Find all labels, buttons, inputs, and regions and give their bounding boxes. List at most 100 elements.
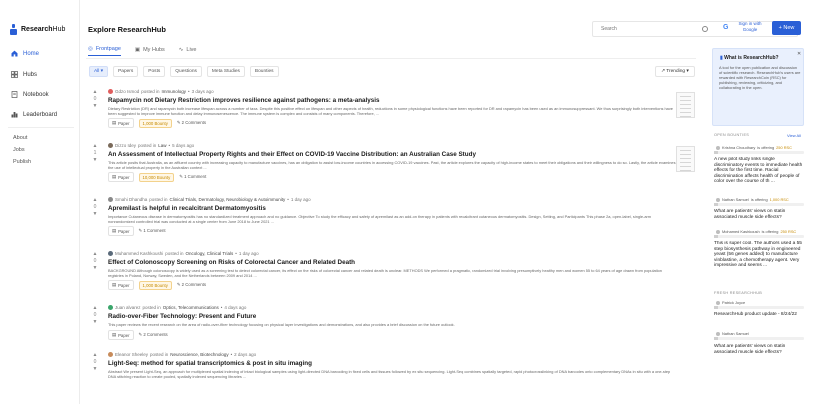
paper-thumbnail[interactable] [676, 92, 695, 118]
hub-link[interactable]: Neuroscience, Biotechnology [170, 352, 228, 357]
filter-papers[interactable]: Papers [113, 66, 139, 77]
post-title[interactable]: An Assessment of Intellectual Property R… [108, 151, 476, 158]
comments-link[interactable]: ✎ 2 Comments [177, 120, 206, 126]
filter-meta-studies[interactable]: Meta Studies [206, 66, 245, 77]
bounty-badge[interactable]: 10,000 Bounty [138, 172, 175, 182]
tab-frontpage[interactable]: ◎ Frontpage [88, 46, 121, 56]
post-title[interactable]: Rapamycin not Dietary Restriction improv… [108, 97, 380, 104]
author-name[interactable]: Juan alvarez [115, 305, 141, 310]
sort-dropdown[interactable]: ↗ Trending ▾ [655, 66, 695, 77]
feed-item[interactable]: ▲ 0 ▼ Eleanor Sheeley posted in Neuroscience… [90, 352, 698, 398]
hub-link[interactable]: Clinical Trials, Dermatology, Neurobiolo… [170, 197, 286, 202]
bounty-progress [714, 203, 804, 206]
author-name[interactable]: Smahi Dhandha [115, 197, 147, 202]
hub-link[interactable]: Law [158, 143, 166, 148]
vote-widget[interactable]: ▲ 0 ▼ [90, 352, 100, 373]
feed-item[interactable]: ▲ 0 ▼ Gdzo Ismod posted in Immunology • 3 days… [90, 89, 698, 135]
bounty-amount: 250 RSC [780, 229, 797, 234]
vote-widget[interactable]: ▲ 0 ▼ [90, 305, 100, 326]
what-is-researchhub-card: ▮ What is ResearchHub? ✕ A tool for the … [712, 48, 804, 126]
frontpage-icon: ◎ [88, 46, 93, 52]
feed-item[interactable]: ▲ 0 ▼ Juan alvarez posted in Optics, Telecom… [90, 305, 698, 347]
avatar [108, 89, 113, 94]
sidebar-item-hubs[interactable]: Hubs [11, 71, 37, 78]
vote-widget[interactable]: ▲ 0 ▼ [90, 251, 100, 272]
hub-link[interactable]: Immunology [162, 89, 187, 94]
google-icon: G [723, 24, 729, 31]
bounty-badge[interactable]: 1,000 Bounty [138, 118, 172, 128]
open-bounties-heading: OPEN BOUNTIES [714, 133, 750, 137]
search-input[interactable] [592, 21, 798, 37]
post-title[interactable]: Light-Seq: method for spatial transcript… [108, 360, 312, 367]
author-name[interactable]: Gdzo Ismod [115, 89, 139, 94]
post-title[interactable]: Radio-over-Fiber Technology: Present and… [108, 313, 256, 320]
researchhub-logo[interactable]: ResearchHub [10, 24, 65, 35]
comments-link[interactable]: ✎ 1 Comment [179, 174, 206, 180]
fresh-user[interactable]: Patrick Joyce [722, 300, 745, 305]
page-title: Explore ResearchHub [88, 25, 166, 34]
feed-item[interactable]: ▲ 0 ▼ Smahi Dhandha posted in Clinical Trial… [90, 197, 698, 243]
sidebar-link-jobs[interactable]: Jobs [13, 147, 25, 153]
view-all-link[interactable]: View All [787, 133, 801, 138]
post-meta: Gdzo Ismod posted in Immunology • 3 days ago [108, 89, 214, 94]
bounty-user[interactable]: Mohamed Kashkoush [722, 229, 760, 234]
hub-link[interactable]: Optics, Telecommunications [163, 305, 219, 310]
tab-live[interactable]: ∿ Live [179, 46, 197, 56]
sidebar-item-label: Leaderboard [23, 111, 58, 118]
tab-label: Frontpage [95, 46, 121, 52]
vote-count: 0 [93, 312, 97, 318]
bounty-amount: 1,000 RSC [769, 197, 789, 202]
sidebar-link-publish[interactable]: Publish [13, 159, 31, 165]
author-name[interactable]: Dizzo Idey [115, 143, 136, 148]
sidebar-item-notebook[interactable]: Notebook [11, 91, 49, 98]
hub-link[interactable]: Oncology, Clinical Trials [186, 251, 234, 256]
new-button[interactable]: + New [772, 21, 801, 35]
filter-questions[interactable]: Questions [170, 66, 202, 77]
avatar [716, 229, 720, 234]
bounty-text[interactable]: What are patients' views on statin assoc… [714, 209, 804, 220]
comment-icon: ✎ [176, 282, 181, 287]
feed-item[interactable]: ▲ 0 ▼ Muhammed Kashkoushi posted in Oncology… [90, 251, 698, 297]
fresh-text[interactable]: ResearchHub product update - 8/24/22 [714, 312, 804, 318]
fresh-text[interactable]: What are patients' views on statin assoc… [714, 344, 804, 355]
close-icon[interactable]: ✕ [797, 51, 801, 57]
bounty-user[interactable]: Krishna Choudhary [722, 145, 755, 150]
vote-count: 0 [93, 96, 97, 102]
sidebar-link-about[interactable]: About [13, 135, 27, 141]
fresh-user[interactable]: Nathan Samuel [722, 331, 749, 336]
paper-icon: ▤ [112, 282, 117, 287]
sidebar-item-leaderboard[interactable]: Leaderboard [11, 111, 57, 118]
feed-item[interactable]: ▲ 1 ▼ Dizzo Idey posted in Law • 5 days ago An… [90, 143, 698, 189]
vote-widget[interactable]: ▲ 0 ▼ [90, 89, 100, 110]
bounty-progress [714, 151, 804, 154]
tab-my-hubs[interactable]: ▣ My Hubs [135, 46, 165, 56]
post-title[interactable]: Apremilast is helpful in recalcitrant De… [108, 205, 266, 212]
hubs-icon: ▣ [134, 46, 141, 53]
post-abstract: This paper reviews the recent research o… [108, 322, 455, 327]
bounty-user[interactable]: Nathan Samuel [722, 197, 749, 202]
logo-icon: ▮ [720, 55, 723, 61]
comment-icon: ✎ [138, 332, 143, 337]
paper-thumbnail[interactable] [676, 146, 695, 172]
comments-link[interactable]: ✎ 2 Comments [177, 282, 206, 288]
post-title[interactable]: Effect of Colonoscopy Screening on Risks… [108, 259, 355, 266]
comments-link[interactable]: ✎ 2 Comments [139, 332, 168, 338]
author-name[interactable]: Eleanor Sheeley [115, 352, 148, 357]
bounty-text[interactable]: A new pilot study links single discrimin… [714, 157, 804, 191]
filter-posts[interactable]: Posts [143, 66, 166, 77]
vote-widget[interactable]: ▲ 0 ▼ [90, 197, 100, 218]
bounty-text[interactable]: This is super cool. The authors used a 5… [714, 241, 804, 286]
filter-all[interactable]: All ▾ [89, 66, 109, 77]
vote-widget[interactable]: ▲ 1 ▼ [90, 143, 100, 164]
sidebar-item-label: Home [23, 50, 40, 57]
avatar [108, 305, 113, 310]
sign-in-with-google-button[interactable]: Sign in with Google [734, 21, 766, 33]
sidebar-item-home[interactable]: Home [11, 50, 39, 57]
comments-link[interactable]: ✎ 1 Comment [139, 228, 166, 234]
filter-bounties[interactable]: Bounties [249, 66, 279, 77]
author-name[interactable]: Muhammed Kashkoushi [115, 251, 163, 256]
post-footer: ▤ Paper ✎ 2 Comments [108, 330, 168, 340]
bounty-badge[interactable]: 1,000 Bounty [138, 280, 172, 290]
search-icon[interactable] [702, 26, 708, 32]
post-meta: Dizzo Idey posted in Law • 5 days ago [108, 143, 194, 148]
